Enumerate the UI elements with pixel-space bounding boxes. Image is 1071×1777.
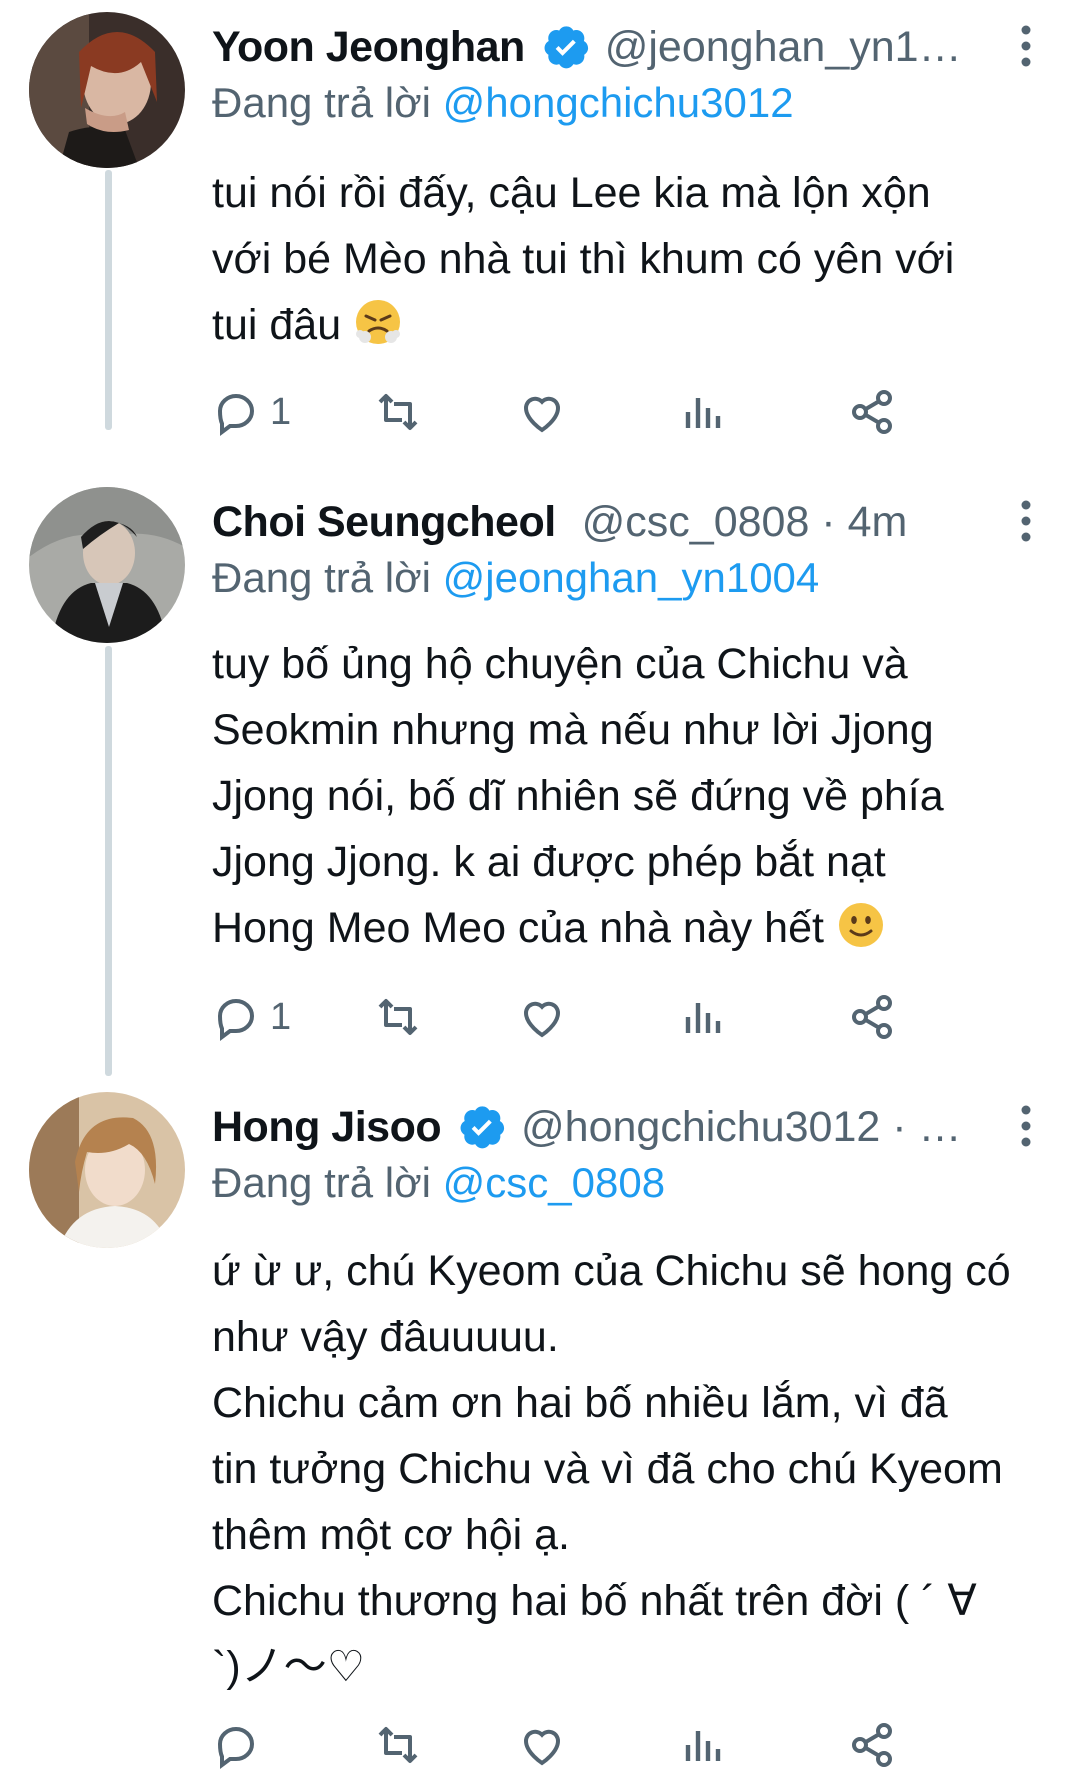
share-button[interactable] [848,1715,896,1775]
retweet-button[interactable] [374,987,422,1047]
reply-count: 1 [270,390,292,433]
tweet-text-line: tui đâu [212,301,342,349]
replying-to-line: Đang trả lời @csc_0808 [212,1154,665,1212]
verified-badge-icon [544,26,588,68]
user-handle[interactable]: @jeonghan_yn1… [605,23,962,71]
tweet-text-line: ứ ừ ư, chú Kyeom của Chichu sẽ hong có [212,1247,1011,1295]
replying-to-line: Đang trả lời @jeonghan_yn1004 [212,549,819,607]
display-name[interactable]: Yoon Jeonghan [212,23,525,71]
views-icon [685,1003,721,1033]
reply-icon [217,393,255,436]
tweet-text-line: Seokmin nhưng mà nếu như lời Jjong [212,706,934,754]
heart-icon [523,1001,561,1038]
more-options-icon[interactable] [1019,1104,1033,1148]
retweet-icon [378,394,418,430]
like-button[interactable] [518,382,566,442]
like-button[interactable] [518,987,566,1047]
views-button[interactable] [678,1715,726,1775]
avatar[interactable] [29,1092,185,1248]
tweet-text-line: với bé Mèo nhà tui thì khum có yên với [212,235,955,283]
tweet[interactable]: Choi Seungcheol @csc_0808 · 4m Đang trả … [0,475,1071,1080]
tweet-actions: 1 [212,987,1012,1047]
tweet-header: Choi Seungcheol @csc_0808 · 4m [212,493,991,551]
tweet-text-line: như vậy đâuuuuu. [212,1313,559,1361]
tweet-text-line: tin tưởng Chichu và vì đã cho chú Kyeom [212,1445,1003,1493]
user-handle[interactable]: @csc_0808 · 4m [582,498,908,546]
share-button[interactable] [848,382,896,442]
slight-smile-face-emoji [838,903,883,947]
share-icon [852,390,892,434]
tweet-actions [212,1715,1012,1775]
views-icon [685,1731,721,1761]
tweet-text-line: Jjong Jjong. k ai được phép bắt nạt [212,838,886,886]
avatar[interactable] [29,12,185,168]
tweet-text-line: tui nói rồi đấy, cậu Lee kia mà lộn xộn [212,169,931,217]
reply-count: 1 [270,995,292,1038]
tweet-text-line: Jjong nói, bố dĩ nhiên sẽ đứng về phía [212,772,944,820]
tweet-text: ứ ừ ư, chú Kyeom của Chichu sẽ hong có n… [212,1238,1051,1700]
tweet-text-line: tuy bố ủng hộ chuyện của Chichu và [212,640,908,688]
tweet-text-line: `)ノ～♡ [212,1643,366,1691]
tweet-text-line: Chichu cảm ơn hai bố nhiều lắm, vì đã [212,1379,948,1427]
tweet-text-line: thêm một cơ hội ạ. [212,1511,571,1559]
views-icon [685,398,721,428]
retweet-icon [378,999,418,1035]
display-name[interactable]: Choi Seungcheol [212,498,556,546]
views-button[interactable] [678,987,726,1047]
reply-button[interactable] [212,1715,270,1775]
replying-to-label: Đang trả lời [212,1159,431,1206]
tweet-text: tui nói rồi đấy, cậu Lee kia mà lộn xộn … [212,160,1051,358]
retweet-button[interactable] [374,1715,422,1775]
user-handle[interactable]: @hongchichu3012 · … [521,1103,961,1151]
tweet[interactable]: Hong Jisoo @hongchichu3012 · … Đang trả … [0,1080,1071,1777]
retweet-button[interactable] [374,382,422,442]
tweet-text-line: Chichu thương hai bố nhất trên đời ( ´ ∀ [212,1577,977,1625]
share-icon [852,1723,892,1767]
heart-icon [523,1729,561,1766]
replying-to-label: Đang trả lời [212,554,431,601]
tweet-header: Hong Jisoo @hongchichu3012 · … [212,1098,991,1156]
tweet[interactable]: Yoon Jeonghan @jeonghan_yn1… Đang trả lờ… [0,0,1071,470]
avatar[interactable] [29,487,185,643]
more-options-icon[interactable] [1019,499,1033,543]
reply-icon [217,1726,255,1769]
more-options-icon[interactable] [1019,24,1033,68]
verified-badge-icon [460,1106,505,1148]
like-button[interactable] [518,1715,566,1775]
replying-to-line: Đang trả lời @hongchichu3012 [212,74,794,132]
share-button[interactable] [848,987,896,1047]
display-name[interactable]: Hong Jisoo [212,1103,442,1151]
share-icon [852,995,892,1039]
replying-to-link[interactable]: @csc_0808 [443,1159,665,1206]
tweet-header: Yoon Jeonghan @jeonghan_yn1… [212,18,991,76]
reply-button[interactable]: 1 [212,987,291,1047]
replying-to-label: Đang trả lời [212,79,431,126]
reply-icon [217,998,255,1041]
tweet-text-line: Hong Meo Meo của nhà này hết [212,904,824,952]
heart-icon [523,396,561,433]
angry-steam-face-emoji [356,300,401,344]
views-button[interactable] [678,382,726,442]
reply-button[interactable]: 1 [212,382,291,442]
retweet-icon [378,1727,418,1763]
tweet-text: tuy bố ủng hộ chuyện của Chichu và Seokm… [212,631,1051,961]
replying-to-link[interactable]: @jeonghan_yn1004 [443,554,820,601]
replying-to-link[interactable]: @hongchichu3012 [443,79,794,126]
tweet-actions: 1 [212,382,1012,442]
